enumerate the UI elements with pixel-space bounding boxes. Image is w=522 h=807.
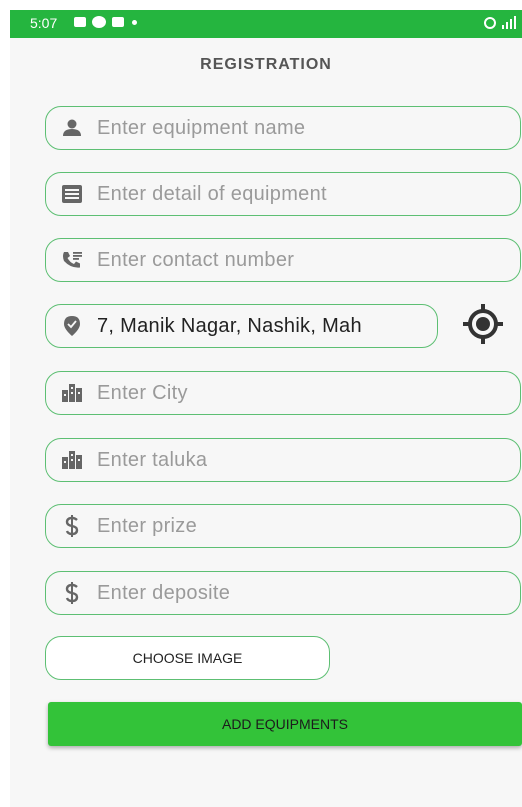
equipment-detail-input[interactable]	[97, 182, 520, 206]
dollar-icon	[61, 515, 83, 537]
page-title: REGISTRATION	[200, 56, 332, 73]
phone-icon	[61, 249, 83, 271]
deposite-field[interactable]	[45, 571, 521, 615]
deposite-input[interactable]	[97, 581, 520, 605]
app-screen: 5:07 REGISTRATION Enter equipment name E…	[10, 10, 522, 807]
list-icon	[61, 183, 83, 205]
location-pin-icon	[61, 315, 83, 337]
person-icon	[61, 117, 83, 139]
current-location-button[interactable]	[463, 304, 503, 344]
city-icon	[61, 382, 83, 404]
contact-number-field[interactable]	[45, 238, 521, 282]
prize-field[interactable]	[45, 504, 521, 548]
status-time: 5:07	[30, 15, 58, 31]
notification-icons	[74, 16, 137, 28]
chat-icon	[92, 16, 106, 28]
equipment-name-input[interactable]	[97, 116, 520, 140]
taluka-input[interactable]	[97, 448, 520, 472]
contact-number-input[interactable]	[97, 248, 520, 272]
status-bar: 5:07	[10, 10, 522, 38]
location-input[interactable]	[97, 314, 437, 338]
city-field[interactable]	[45, 371, 521, 415]
equipment-detail-field[interactable]	[45, 172, 521, 216]
more-dot-icon	[132, 19, 137, 25]
gallery-icon	[74, 17, 86, 27]
choose-image-button[interactable]: CHOOSE IMAGE	[45, 636, 330, 680]
prize-input[interactable]	[97, 514, 520, 538]
alarm-icon	[484, 16, 496, 29]
location-field[interactable]	[45, 304, 438, 348]
city-icon	[61, 449, 83, 471]
message-icon	[112, 17, 124, 27]
system-icons	[484, 16, 516, 29]
signal-icon	[502, 16, 516, 29]
add-equipments-button[interactable]: ADD EQUIPMENTS	[48, 702, 522, 746]
dollar-icon	[61, 582, 83, 604]
taluka-field[interactable]	[45, 438, 521, 482]
city-input[interactable]	[97, 381, 520, 405]
gps-target-icon	[463, 304, 503, 344]
equipment-name-field[interactable]	[45, 106, 521, 150]
